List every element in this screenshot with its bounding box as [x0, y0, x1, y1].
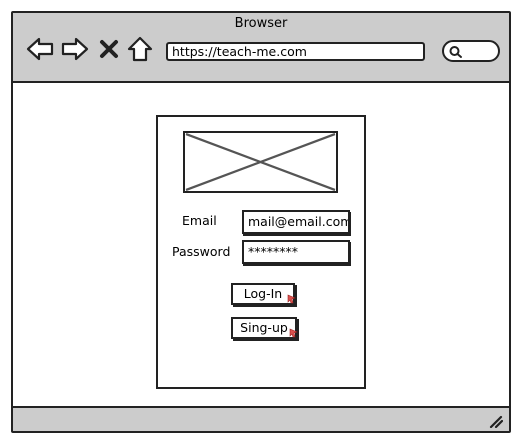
browser-window: Browser https://teach-me.com Email mail@… [11, 11, 511, 433]
forward-arrow-icon[interactable] [60, 35, 90, 63]
password-label: Password [172, 244, 231, 259]
email-field[interactable]: mail@email.com [242, 210, 350, 234]
password-field[interactable]: ******** [242, 240, 350, 264]
close-icon[interactable] [98, 35, 120, 63]
resize-grip-icon[interactable] [489, 414, 503, 428]
search-field[interactable] [442, 40, 500, 62]
page-content: Email mail@email.com Password ******** L… [13, 83, 509, 410]
email-label: Email [182, 213, 217, 228]
cursor-icon [287, 294, 296, 304]
login-card: Email mail@email.com Password ******** L… [156, 115, 366, 389]
signup-button[interactable]: Sing-up [231, 317, 297, 339]
window-title: Browser [234, 16, 288, 31]
browser-toolbar: Browser https://teach-me.com [13, 13, 509, 83]
cursor-icon [289, 328, 298, 338]
status-bar [13, 406, 509, 431]
image-placeholder [183, 131, 338, 193]
address-bar[interactable]: https://teach-me.com [166, 42, 425, 61]
search-icon [449, 46, 462, 58]
home-icon[interactable] [126, 35, 154, 63]
back-arrow-icon[interactable] [25, 35, 55, 63]
login-button[interactable]: Log-In [231, 283, 295, 305]
